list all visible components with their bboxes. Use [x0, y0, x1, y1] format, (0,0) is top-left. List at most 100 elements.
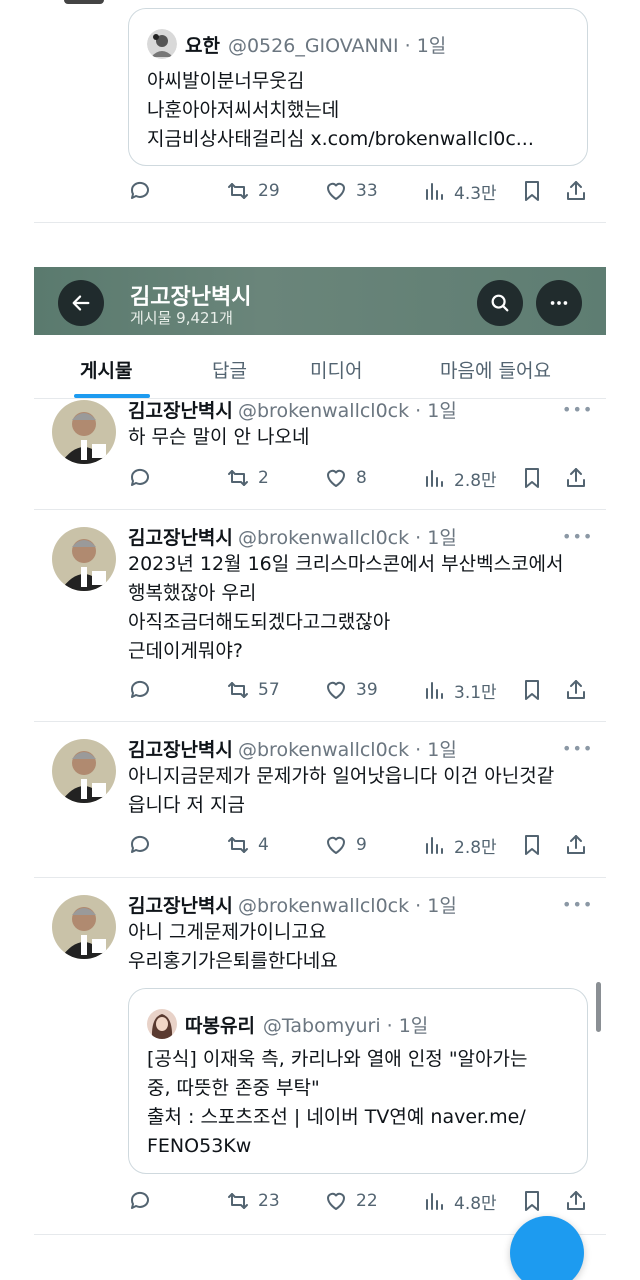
share-button[interactable]: [564, 830, 588, 860]
bookmark-button[interactable]: [520, 176, 544, 206]
profile-header-bar: 김고장난벽시 게시물 9,421개: [34, 267, 606, 335]
quoted-tweet-card[interactable]: 따봉유리 @Tabomyuri · 1일 [공식] 이재욱 측, 카리나와 열애…: [128, 988, 588, 1174]
tweet-actions: 2 8 2.8만: [128, 463, 588, 493]
retweet-icon: [228, 183, 248, 199]
reply-button[interactable]: [128, 176, 152, 206]
retweet-count: 23: [258, 1191, 280, 1211]
tweet-line: 읍니다 저 지금: [128, 794, 245, 816]
heart-icon: [327, 182, 345, 200]
tab-posts[interactable]: 게시물: [80, 356, 132, 383]
tweet-more-button[interactable]: •••: [562, 527, 593, 546]
bookmark-button[interactable]: [520, 830, 544, 860]
views-button[interactable]: 4.8만: [422, 1186, 497, 1216]
tab-media[interactable]: 미디어: [310, 356, 362, 383]
search-button[interactable]: [477, 280, 523, 326]
views-button[interactable]: 2.8만: [422, 463, 497, 493]
retweet-count: 2: [258, 468, 269, 488]
avatar[interactable]: [52, 895, 116, 959]
bookmark-button[interactable]: [520, 463, 544, 493]
retweet-button[interactable]: 29: [226, 176, 280, 206]
avatar[interactable]: [52, 400, 116, 464]
author-handle: @brokenwallcl0ck · 1일: [237, 739, 457, 761]
compose-fab-button[interactable]: [510, 1216, 584, 1280]
divider: [34, 509, 606, 510]
quoted-tweet-card[interactable]: 요한 @0526_GIOVANNI · 1일 아씨발이분너무웃김 나훈아아저씨서…: [128, 8, 588, 166]
like-count: 39: [356, 680, 378, 700]
share-button[interactable]: [564, 463, 588, 493]
more-options-button[interactable]: [536, 280, 582, 326]
views-button[interactable]: 3.1만: [422, 675, 497, 705]
views-icon: [426, 183, 443, 200]
share-icon: [567, 835, 585, 854]
retweet-count: 4: [258, 835, 269, 855]
share-icon: [567, 468, 585, 487]
like-button[interactable]: 22: [324, 1186, 378, 1216]
views-icon: [426, 837, 443, 854]
reply-button[interactable]: [128, 675, 152, 705]
quoted-line: 출처 : 스포츠조선 | 네이버 TV연예 naver.me/: [147, 1106, 526, 1128]
quoted-author-avatar: [147, 1009, 177, 1039]
author-name[interactable]: 김고장난벽시: [128, 400, 233, 422]
quoted-author-name: 요한: [185, 34, 220, 57]
tab-replies[interactable]: 답글: [212, 356, 247, 383]
scrollbar-thumb[interactable]: [596, 982, 601, 1032]
retweet-icon: [228, 1193, 248, 1209]
tab-likes[interactable]: 마음에 들어요: [440, 356, 551, 383]
bookmark-button[interactable]: [520, 675, 544, 705]
like-button[interactable]: 39: [324, 675, 378, 705]
like-button[interactable]: 9: [324, 830, 367, 860]
tweet-more-button[interactable]: •••: [562, 895, 593, 914]
tweet-actions: 23 22 4.8만: [128, 1186, 588, 1216]
tweet-line: 하 무슨 말이 안 나오네: [128, 426, 310, 448]
share-icon: [567, 181, 585, 200]
tweet-header: 김고장난벽시 @brokenwallcl0ck · 1일: [128, 735, 457, 762]
divider: [34, 222, 606, 223]
quoted-author-handle: @Tabomyuri · 1일: [262, 1014, 429, 1037]
reply-button[interactable]: [128, 463, 152, 493]
retweet-button[interactable]: 4: [226, 830, 269, 860]
reply-button[interactable]: [128, 1186, 152, 1216]
retweet-button[interactable]: 57: [226, 675, 280, 705]
post-count: 게시물 9,421개: [130, 309, 233, 327]
author-handle: @brokenwallcl0ck · 1일: [237, 527, 457, 549]
views-icon: [426, 470, 443, 487]
bookmark-icon: [525, 181, 539, 201]
bookmark-icon: [525, 468, 539, 488]
avatar[interactable]: [52, 739, 116, 803]
bookmark-icon: [525, 1191, 539, 1211]
tweet-actions: 57 39 3.1만: [128, 675, 588, 705]
back-button[interactable]: [58, 280, 104, 326]
reply-icon: [130, 680, 149, 698]
tweet-more-button[interactable]: •••: [562, 400, 593, 419]
like-count: 33: [356, 181, 378, 201]
divider: [34, 721, 606, 722]
tweet-more-button[interactable]: •••: [562, 739, 593, 758]
share-icon: [567, 1191, 585, 1210]
retweet-count: 57: [258, 680, 280, 700]
share-button[interactable]: [564, 1186, 588, 1216]
views-button[interactable]: 2.8만: [422, 830, 497, 860]
tweet-line: 행복했잖아 우리: [128, 582, 257, 604]
share-button[interactable]: [564, 176, 588, 206]
views-button[interactable]: 4.3만: [422, 176, 497, 206]
author-name[interactable]: 김고장난벽시: [128, 895, 233, 917]
reply-icon: [130, 1191, 149, 1209]
share-button[interactable]: [564, 675, 588, 705]
author-name[interactable]: 김고장난벽시: [128, 527, 233, 549]
avatar[interactable]: [52, 527, 116, 591]
like-button[interactable]: 8: [324, 463, 367, 493]
quoted-tweet-header: 따봉유리 @Tabomyuri · 1일: [147, 1009, 428, 1039]
retweet-button[interactable]: 23: [226, 1186, 280, 1216]
reply-icon: [130, 181, 149, 199]
bookmark-button[interactable]: [520, 1186, 544, 1216]
retweet-button[interactable]: 2: [226, 463, 269, 493]
author-name[interactable]: 김고장난벽시: [128, 739, 233, 761]
author-handle: @brokenwallcl0ck · 1일: [237, 400, 457, 422]
quoted-line: 지금비상사태걸리심 x.com/brokenwallcl0c...: [147, 128, 534, 150]
quoted-line: 중, 따뜻한 존중 부탁": [147, 1077, 320, 1099]
reply-button[interactable]: [128, 830, 152, 860]
quoted-line: [공식] 이재욱 측, 카리나와 열애 인정 "알아가는: [147, 1048, 528, 1070]
like-button[interactable]: 33: [324, 176, 378, 206]
quoted-author-handle: @0526_GIOVANNI · 1일: [227, 34, 447, 57]
retweet-icon: [228, 682, 248, 698]
